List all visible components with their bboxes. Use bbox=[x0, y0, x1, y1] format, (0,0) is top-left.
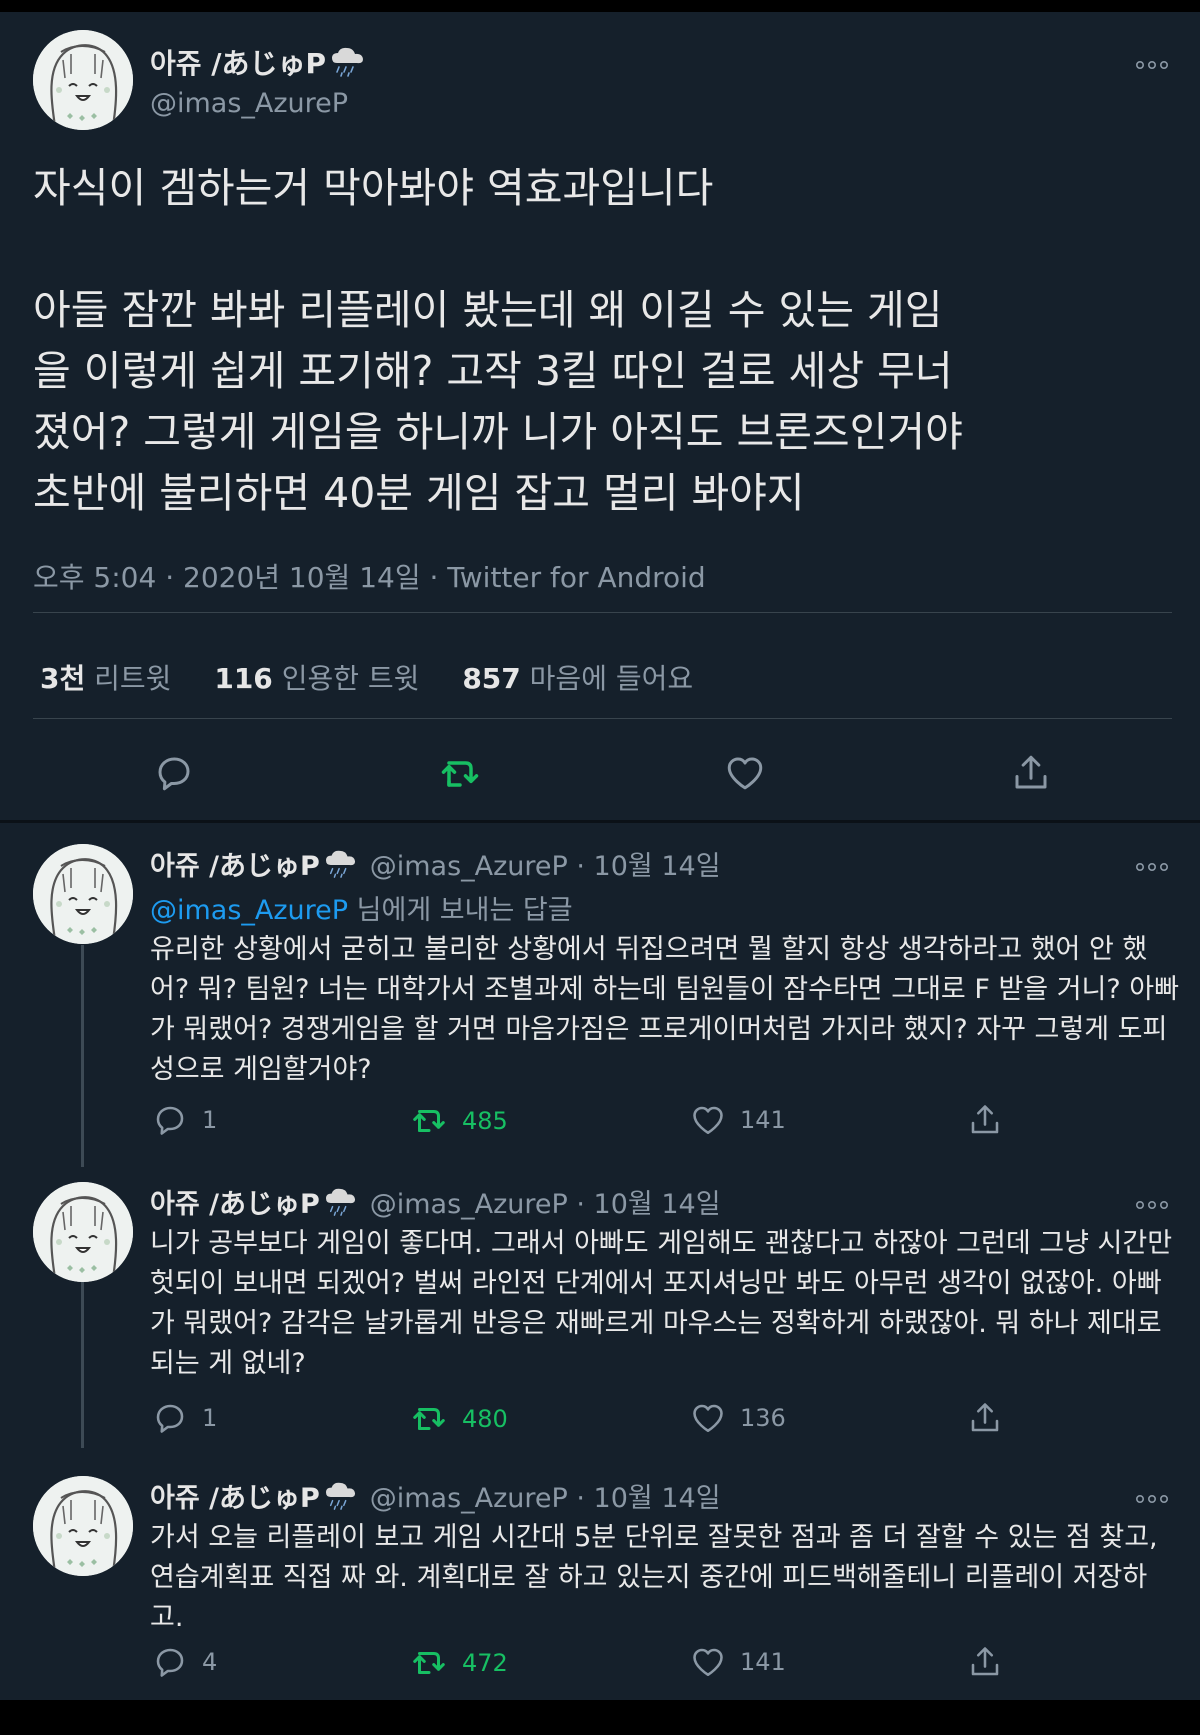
author-handle[interactable]: @imas_AzureP bbox=[150, 88, 348, 119]
author-name[interactable]: 아쥬 /あじゅP bbox=[150, 42, 368, 85]
reply-icon bbox=[153, 752, 195, 794]
avatar-image bbox=[33, 844, 133, 944]
author-display-name: 아쥬 /あじゅP bbox=[150, 47, 327, 80]
reply-author[interactable]: 아쥬 /あじゅP @imas_AzureP · 10월 14일 bbox=[150, 1476, 721, 1518]
handle-and-date: @imas_AzureP · 10월 14일 bbox=[369, 1483, 721, 1514]
share-icon bbox=[967, 1644, 1003, 1680]
reply-icon bbox=[152, 1400, 188, 1436]
like-count: 136 bbox=[740, 1404, 786, 1432]
quotes-stat[interactable]: 116 인용한 트윗 bbox=[214, 662, 419, 695]
share-button[interactable] bbox=[967, 1102, 1003, 1138]
section-separator bbox=[0, 820, 1200, 823]
like-count: 141 bbox=[740, 1648, 786, 1676]
quotes-count: 116 bbox=[214, 662, 273, 695]
retweet-count: 472 bbox=[462, 1649, 508, 1677]
like-count: 141 bbox=[740, 1106, 786, 1134]
rain-cloud-icon bbox=[322, 1481, 360, 1518]
avatar-image bbox=[33, 30, 133, 130]
reply-author[interactable]: 아쥬 /あじゅP @imas_AzureP · 10월 14일 bbox=[150, 844, 721, 886]
divider bbox=[33, 718, 1172, 719]
reply-count: 1 bbox=[202, 1106, 218, 1134]
reply-text: 니가 공부보다 게임이 좋다며. 그래서 아빠도 게임해도 괜찮다고 하잖아 그… bbox=[150, 1228, 1173, 1379]
retweet-button[interactable]: 485 bbox=[410, 1102, 508, 1140]
like-button[interactable]: 141 bbox=[690, 1102, 786, 1138]
share-button[interactable] bbox=[1010, 752, 1052, 794]
reply-author[interactable]: 아쥬 /あじゅP @imas_AzureP · 10월 14일 bbox=[150, 1182, 721, 1224]
retweets-count: 3천 bbox=[40, 662, 86, 695]
reply-count: 1 bbox=[202, 1404, 218, 1432]
retweet-icon bbox=[410, 1102, 448, 1140]
avatar-image bbox=[33, 1476, 133, 1576]
reply-actions: 1 485 141 bbox=[0, 1102, 1200, 1142]
retweet-button[interactable] bbox=[438, 752, 482, 796]
share-button[interactable] bbox=[967, 1400, 1003, 1436]
like-button[interactable] bbox=[724, 752, 766, 794]
retweet-count: 480 bbox=[462, 1405, 508, 1433]
rain-cloud-icon bbox=[322, 849, 360, 886]
more-options-icon[interactable] bbox=[1130, 1486, 1170, 1506]
share-icon bbox=[967, 1400, 1003, 1436]
replying-to-suffix: 님에게 보내는 답글 bbox=[348, 895, 573, 926]
like-icon bbox=[690, 1102, 726, 1138]
rain-cloud-icon bbox=[328, 46, 368, 85]
replying-to-handle-link[interactable]: @imas_AzureP bbox=[150, 895, 348, 926]
rain-cloud-icon bbox=[322, 1187, 360, 1224]
tweet-actions bbox=[0, 752, 1200, 798]
likes-count: 857 bbox=[462, 662, 521, 695]
reply-actions: 4 472 141 bbox=[0, 1644, 1200, 1684]
like-icon bbox=[690, 1400, 726, 1436]
reply-button[interactable]: 1 bbox=[152, 1102, 217, 1138]
avatar[interactable] bbox=[33, 844, 133, 944]
retweet-count: 485 bbox=[462, 1107, 508, 1135]
avatar-image bbox=[33, 1182, 133, 1282]
retweet-icon bbox=[410, 1644, 448, 1682]
retweet-button[interactable]: 480 bbox=[410, 1400, 508, 1438]
avatar[interactable] bbox=[33, 1476, 133, 1576]
divider bbox=[33, 612, 1172, 613]
retweet-button[interactable]: 472 bbox=[410, 1644, 508, 1682]
author-display-name: 아쥬 /あじゅP bbox=[150, 851, 320, 882]
author-display-name: 아쥬 /あじゅP bbox=[150, 1483, 320, 1514]
avatar[interactable] bbox=[33, 30, 133, 130]
reply-button[interactable] bbox=[153, 752, 195, 794]
likes-stat[interactable]: 857 마음에 들어요 bbox=[462, 662, 693, 695]
tweet-thread: 아쥬 /あじゅP @imas_AzureP 자식이 겜하는거 막아봐야 역효과입… bbox=[0, 12, 1200, 1700]
tweet-timestamp[interactable]: 오후 5:04 · 2020년 10월 14일 · Twitter for An… bbox=[33, 556, 706, 596]
like-icon bbox=[724, 752, 766, 794]
quotes-label: 인용한 트윗 bbox=[281, 662, 420, 695]
reply-text: 유리한 상황에서 굳히고 불리한 상황에서 뒤집으려면 뭘 할지 항상 생각하라… bbox=[150, 934, 1179, 1085]
more-options-icon[interactable] bbox=[1130, 52, 1170, 72]
retweet-icon bbox=[438, 752, 482, 796]
avatar[interactable] bbox=[33, 1182, 133, 1282]
like-button[interactable]: 136 bbox=[690, 1400, 786, 1436]
reply-count: 4 bbox=[202, 1648, 218, 1676]
share-icon bbox=[1010, 752, 1052, 794]
replying-to: @imas_AzureP 님에게 보내는 답글 bbox=[150, 888, 573, 927]
retweets-label: 리트윗 bbox=[94, 662, 172, 695]
reply-actions: 1 480 136 bbox=[0, 1400, 1200, 1440]
reply-button[interactable]: 1 bbox=[152, 1400, 217, 1436]
more-options-icon[interactable] bbox=[1130, 1192, 1170, 1212]
tweet-stats: 3천 리트윗 116 인용한 트윗 857 마음에 들어요 bbox=[40, 657, 727, 697]
retweet-icon bbox=[410, 1400, 448, 1438]
reply-text: 가서 오늘 리플레이 보고 게임 시간대 5분 단위로 잘못한 점과 좀 더 잘… bbox=[150, 1522, 1158, 1633]
handle-and-date: @imas_AzureP · 10월 14일 bbox=[369, 1189, 721, 1220]
share-button[interactable] bbox=[967, 1644, 1003, 1680]
likes-label: 마음에 들어요 bbox=[529, 662, 694, 695]
like-button[interactable]: 141 bbox=[690, 1644, 786, 1680]
author-display-name: 아쥬 /あじゅP bbox=[150, 1189, 320, 1220]
reply-icon bbox=[152, 1644, 188, 1680]
share-icon bbox=[967, 1102, 1003, 1138]
handle-and-date: @imas_AzureP · 10월 14일 bbox=[369, 851, 721, 882]
retweets-stat[interactable]: 3천 리트윗 bbox=[40, 662, 171, 695]
tweet-text: 자식이 겜하는거 막아봐야 역효과입니다 아들 잠깐 봐봐 리플레이 봤는데 왜… bbox=[33, 164, 963, 517]
like-icon bbox=[690, 1644, 726, 1680]
reply-button[interactable]: 4 bbox=[152, 1644, 217, 1680]
more-options-icon[interactable] bbox=[1130, 854, 1170, 874]
reply-icon bbox=[152, 1102, 188, 1138]
